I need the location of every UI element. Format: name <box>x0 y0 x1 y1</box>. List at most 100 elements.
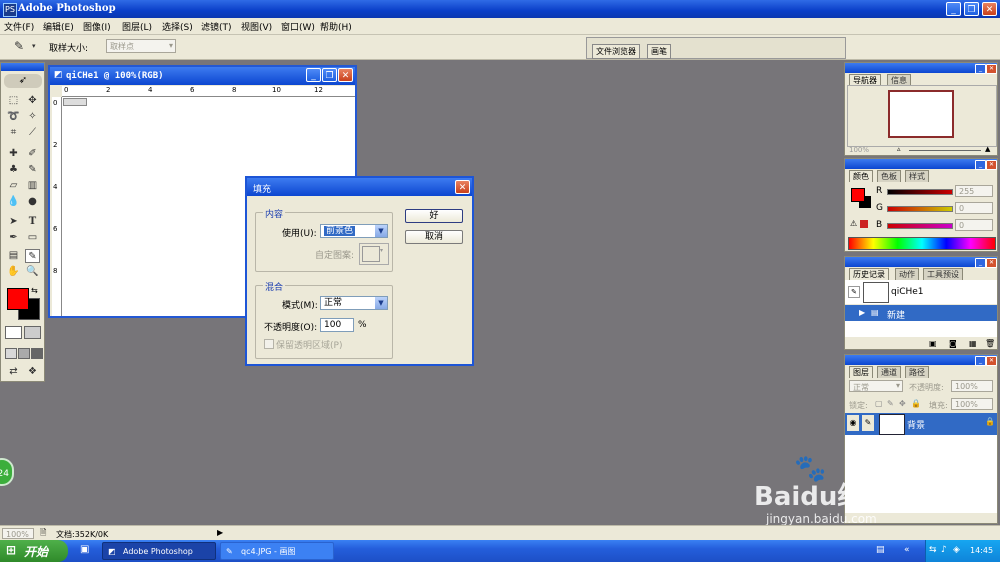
status-menu-arrow-icon[interactable]: ▶ <box>217 528 223 537</box>
gamut-color-swatch[interactable] <box>860 220 868 228</box>
app-title-bar[interactable]: PS Adobe Photoshop _ ❐ ✕ <box>0 0 1000 18</box>
panel-title-bar[interactable]: _ ✕ <box>845 159 997 170</box>
panel-minimize-button[interactable]: _ <box>975 356 986 366</box>
tab-paths[interactable]: 路径 <box>905 366 929 378</box>
dialog-close-button[interactable]: ✕ <box>455 180 470 194</box>
history-snapshot-row[interactable]: ✎ qiCHe1 <box>845 280 997 304</box>
status-zoom-input[interactable]: 100% <box>2 528 34 539</box>
g-slider[interactable] <box>887 206 953 212</box>
network-icon[interactable]: ⇆ <box>929 545 937 555</box>
shape-icon[interactable]: ▭ <box>25 231 40 245</box>
menu-layer[interactable]: 图层(L) <box>122 20 152 33</box>
panel-minimize-button[interactable]: _ <box>975 160 986 170</box>
tray-expand-icon[interactable]: « <box>904 545 910 555</box>
hand-icon[interactable]: ✋ <box>6 265 21 279</box>
tab-color[interactable]: 颜色 <box>849 170 873 182</box>
photoshop-feather-icon[interactable]: ➶ <box>4 74 42 88</box>
navigator-view-box[interactable] <box>888 90 954 138</box>
move-icon[interactable]: ✥ <box>25 94 40 108</box>
r-slider[interactable] <box>887 189 953 195</box>
tab-history[interactable]: 历史记录 <box>849 268 889 280</box>
document-minimize-button[interactable]: _ <box>306 68 321 82</box>
history-state-slider-icon[interactable]: ▶ <box>859 308 865 317</box>
sample-size-select[interactable]: 取样点 ▾ <box>106 39 176 53</box>
navigator-zoom[interactable]: 100% <box>849 146 869 154</box>
new-snapshot-icon[interactable]: ◙ <box>949 339 957 348</box>
layer-row[interactable]: ◉ ✎ 背景 🔒 <box>845 413 997 435</box>
show-desktop-icon[interactable]: ▣ <box>80 544 89 555</box>
new-state-icon[interactable]: ▦ <box>969 339 977 348</box>
b-value-input[interactable]: 0 <box>955 219 993 231</box>
slice-icon[interactable]: ⟋ <box>25 126 40 140</box>
healing-brush-icon[interactable]: ✚ <box>6 147 21 161</box>
menu-select[interactable]: 选择(S) <box>162 20 193 33</box>
standard-mode-icon[interactable] <box>5 326 22 339</box>
tab-file-browser[interactable]: 文件浏览器 <box>592 44 640 59</box>
b-slider[interactable] <box>887 223 953 229</box>
menu-window[interactable]: 窗口(W) <box>281 20 315 33</box>
eyedropper-icon[interactable]: ✎ <box>14 39 24 53</box>
marquee-icon[interactable]: ⬚ <box>6 94 21 108</box>
eraser-icon[interactable]: ▱ <box>6 179 21 193</box>
clone-stamp-icon[interactable]: ♣ <box>6 163 21 177</box>
tab-channels[interactable]: 通道 <box>877 366 901 378</box>
brush-icon[interactable]: ✎ <box>862 415 874 431</box>
color-spectrum-ramp[interactable] <box>848 237 996 250</box>
taskbar-item-photoshop[interactable]: ◩ Adobe Photoshop <box>102 542 216 560</box>
menu-help[interactable]: 帮助(H) <box>320 20 352 33</box>
path-selection-icon[interactable]: ➤ <box>6 215 21 229</box>
screen-mode-full-menu-icon[interactable] <box>18 348 30 359</box>
panel-close-button[interactable]: ✕ <box>986 64 997 74</box>
pen-icon[interactable]: ✒ <box>6 231 21 245</box>
gradient-icon[interactable]: ▥ <box>25 179 40 193</box>
crop-icon[interactable]: ⌗ <box>6 126 21 140</box>
document-title-bar[interactable]: ◩ qiCHe1 @ 100%(RGB) _ ❐ ✕ <box>50 67 355 85</box>
tab-tool-presets[interactable]: 工具预设 <box>923 268 963 280</box>
lock-position-icon[interactable]: ✥ <box>899 399 906 408</box>
tab-brushes[interactable]: 画笔 <box>647 44 671 59</box>
use-select[interactable]: 前景色 ▼ <box>320 224 388 238</box>
zoom-in-icon[interactable]: ▲ <box>985 145 990 153</box>
lock-all-icon[interactable]: 🔒 <box>911 399 921 408</box>
panel-title-bar[interactable]: _ ✕ <box>845 63 997 74</box>
start-button[interactable]: ⊞ 开始 <box>0 540 68 562</box>
r-value-input[interactable]: 255 <box>955 185 993 197</box>
opacity-input[interactable]: 100 <box>320 318 354 332</box>
tray-app-icon[interactable]: ▤ <box>876 545 885 555</box>
jump-to-imageready-icon[interactable]: ⇄ <box>6 365 21 379</box>
panel-close-button[interactable]: ✕ <box>986 258 997 268</box>
custom-pattern-picker[interactable]: ▾ <box>359 243 389 265</box>
preserve-transparency-checkbox[interactable] <box>264 339 274 349</box>
blur-icon[interactable]: 💧 <box>6 195 21 209</box>
tool-preset-chevron-icon[interactable]: ▾ <box>32 42 36 50</box>
panel-title-bar[interactable]: _ ✕ <box>845 257 997 268</box>
panel-minimize-button[interactable]: _ <box>975 64 986 74</box>
tab-styles[interactable]: 样式 <box>905 170 929 182</box>
trash-icon[interactable]: 🗑 <box>985 339 995 348</box>
ok-button[interactable]: 好 <box>405 209 463 223</box>
restore-button[interactable]: ❐ <box>964 2 979 16</box>
eyedropper-tool-icon[interactable]: ✎ <box>25 249 40 263</box>
color-foreground-swatch[interactable] <box>851 188 865 202</box>
type-icon[interactable]: T <box>25 215 40 229</box>
menu-view[interactable]: 视图(V) <box>241 20 272 33</box>
magic-wand-icon[interactable]: ✧ <box>25 110 40 124</box>
security-icon[interactable]: ◈ <box>953 545 960 555</box>
panel-close-button[interactable]: ✕ <box>986 160 997 170</box>
new-document-from-state-icon[interactable]: ▣ <box>929 339 937 348</box>
mode-select[interactable]: 正常 ▼ <box>320 296 388 310</box>
volume-icon[interactable]: ♪ <box>941 545 947 555</box>
foreground-color-swatch[interactable] <box>7 288 29 310</box>
dialog-title-bar[interactable]: 填充 ✕ <box>247 178 472 196</box>
lock-pixels-icon[interactable]: ✎ <box>887 399 894 408</box>
g-value-input[interactable]: 0 <box>955 202 993 214</box>
minimize-button[interactable]: _ <box>946 2 961 16</box>
imageready-icon[interactable]: ❖ <box>25 365 40 379</box>
history-brush-icon[interactable]: ✎ <box>25 163 40 177</box>
menu-file[interactable]: 文件(F) <box>4 20 34 33</box>
floating-badge[interactable]: 24 <box>0 458 14 486</box>
menu-edit[interactable]: 编辑(E) <box>43 20 74 33</box>
history-item[interactable]: ▶ ▤ 新建 <box>845 305 997 321</box>
menu-image[interactable]: 图像(I) <box>83 20 111 33</box>
zoom-icon[interactable]: 🔍 <box>25 265 40 279</box>
